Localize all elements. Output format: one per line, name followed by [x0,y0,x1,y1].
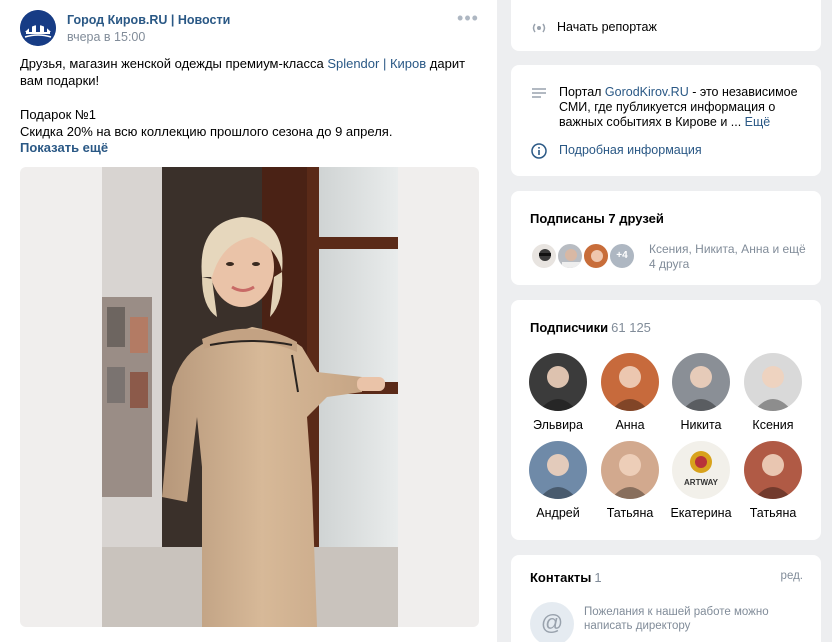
subscribers-title[interactable]: Подписчики 61 125 [530,320,651,335]
subscriber-name: Екатерина [670,506,732,520]
show-more-link[interactable]: Показать ещё [20,140,108,155]
subscriber-avatar [529,441,587,499]
subscriber-item[interactable]: Андрей [523,441,593,520]
post-text-part: Друзья, магазин женской одежды премиум-к… [20,56,328,71]
post-header: Город Киров.RU | Новости вчера в 15:00 •… [20,9,480,48]
gift-title: Подарок №1 [20,107,97,122]
subscriber-name: Татьяна [606,506,654,520]
more-options-icon[interactable]: ••• [456,9,480,32]
subscriber-item[interactable]: Ксения [738,353,808,432]
subscriber-avatar [744,441,802,499]
subscriber-item[interactable]: Анна [595,353,665,432]
community-avatar[interactable] [20,10,56,46]
woman-photo-illustration [102,167,398,627]
contacts-title[interactable]: Контакты 1 [530,570,602,585]
at-sign-icon: @ [540,610,564,635]
contacts-label: Контакты [530,570,592,585]
friends-names-line: 4 друга [649,257,690,271]
about-prefix: Портал [559,85,605,99]
subscriber-name: Татьяна [749,506,797,520]
subscriber-name: Эльвира [533,418,583,432]
artway-logo-text: ARTWAY [684,478,719,487]
friends-avatars[interactable]: +4 [530,242,650,272]
subscriber-item[interactable]: Татьяна [738,441,808,520]
subscriber-item[interactable]: ARTWAY Екатерина [666,441,736,520]
subscriber-item[interactable]: Эльвира [523,353,593,432]
about-text: Портал GorodKirov.RU - это независимое С… [559,85,804,130]
start-reportage-button[interactable]: Начать репортаж [557,20,657,34]
subscriber-name: Никита [680,418,722,432]
friends-card: Подписаны 7 друзей +4 Ксения, Никита, Ан… [511,191,821,285]
contact-text[interactable]: Пожелания к нашей работе можно написать … [584,605,769,633]
subscribers-count: 61 125 [611,320,651,335]
contact-text-line: Пожелания к нашей работе можно [584,606,769,618]
community-logo-icon [20,10,56,46]
contact-avatar[interactable]: @ [530,602,574,642]
gift-text: Скидка 20% на всю коллекцию прошлого сез… [20,124,393,139]
reportage-card: Начать репортаж [511,0,821,51]
subscribers-card: Подписчики 61 125 Эльвира Анна Никита Ксения… [511,300,821,540]
subscriber-avatar [601,441,659,499]
friends-names: Ксения, Никита, Анна и ещё 4 друга [649,242,806,272]
subscriber-avatar [529,353,587,411]
subscriber-avatar [672,353,730,411]
contact-text-line: написать директору [584,620,691,632]
friends-title[interactable]: Подписаны 7 друзей [530,211,664,226]
description-icon [530,85,550,105]
subscriber-avatar [601,353,659,411]
subscribers-label: Подписчики [530,320,609,335]
details-link[interactable]: Подробная информация [559,143,702,157]
contacts-count: 1 [594,570,602,585]
friend-avatar [530,242,558,270]
friends-names-line: Ксения, Никита, Анна и ещё [649,242,806,256]
info-icon [530,142,550,162]
post-time[interactable]: вчера в 15:00 [67,30,145,44]
post-card: Город Киров.RU | Новости вчера в 15:00 •… [0,0,497,642]
friend-avatar [582,242,610,270]
about-more-link[interactable]: Ещё [745,115,771,129]
post-author[interactable]: Город Киров.RU | Новости [67,13,230,27]
friend-avatar [556,242,584,270]
subscriber-item[interactable]: Никита [666,353,736,432]
subscriber-avatar: ARTWAY [672,441,730,499]
photo-image [102,167,398,627]
edit-contacts-link[interactable]: ред. [781,570,803,582]
subscriber-avatar [744,353,802,411]
more-friends-badge: +4 [608,242,636,270]
subscriber-item[interactable]: Татьяна [595,441,665,520]
contacts-card: Контакты 1 ред. @ Пожелания к нашей работ… [511,555,821,642]
about-card: Портал GorodKirov.RU - это независимое С… [511,65,821,176]
subscriber-name: Андрей [536,506,580,520]
post-photo[interactable] [20,167,479,627]
subscriber-name: Анна [615,418,645,432]
subscriber-name: Ксения [752,418,794,432]
post-text: Друзья, магазин женской одежды премиум-к… [20,55,470,140]
store-link[interactable]: Splendor | Киров [327,56,426,71]
site-link[interactable]: GorodKirov.RU [605,85,689,99]
broadcast-icon [530,19,550,39]
